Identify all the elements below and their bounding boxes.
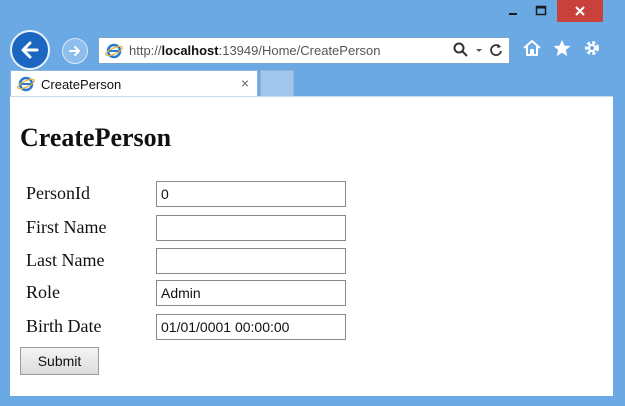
- submit-button[interactable]: Submit: [20, 347, 99, 375]
- role-input[interactable]: [156, 280, 346, 306]
- browser-window: http://localhost:13949/Home/CreatePerson…: [0, 0, 625, 406]
- url-host: localhost: [161, 43, 219, 58]
- minimize-button[interactable]: [500, 0, 526, 22]
- page-title: CreatePerson: [20, 123, 172, 152]
- search-icon[interactable]: [453, 42, 469, 58]
- last-name-label: Last Name: [26, 250, 105, 270]
- page-content: CreatePerson PersonId First Name Last Na…: [10, 96, 613, 396]
- dropdown-icon[interactable]: [475, 42, 483, 58]
- forward-button[interactable]: [62, 38, 88, 64]
- minimize-icon: [509, 13, 517, 15]
- form-row-birth-date: Birth Date: [26, 314, 366, 340]
- ie-logo-icon: [105, 43, 123, 58]
- personid-input[interactable]: [156, 181, 346, 207]
- url-rest: :13949/Home/CreatePerson: [218, 43, 381, 58]
- refresh-icon[interactable]: [489, 42, 503, 58]
- form-row-last-name: Last Name: [26, 248, 366, 274]
- new-tab-button[interactable]: [260, 70, 294, 97]
- tab-title: CreatePerson: [41, 76, 122, 92]
- form-row-role: Role: [26, 280, 366, 306]
- first-name-label: First Name: [26, 217, 107, 237]
- first-name-input[interactable]: [156, 215, 346, 241]
- home-icon[interactable]: [522, 38, 542, 58]
- tab-close-button[interactable]: ×: [241, 75, 249, 91]
- maximize-button[interactable]: [528, 0, 554, 22]
- form-row-personid: PersonId: [26, 181, 366, 207]
- browser-toolbar-icons: [522, 38, 602, 58]
- forward-arrow-icon: [69, 46, 80, 56]
- back-arrow-icon: [21, 41, 39, 59]
- settings-gear-icon[interactable]: [582, 38, 602, 58]
- back-button[interactable]: [10, 30, 50, 70]
- title-bar: [0, 0, 625, 30]
- personid-label: PersonId: [26, 183, 90, 203]
- address-tools: [453, 42, 503, 58]
- role-label: Role: [26, 282, 60, 302]
- last-name-input[interactable]: [156, 248, 346, 274]
- form-row-first-name: First Name: [26, 215, 366, 241]
- birth-date-label: Birth Date: [26, 316, 102, 336]
- ie-logo-icon: [17, 76, 35, 92]
- close-window-button[interactable]: [557, 0, 603, 22]
- url-prefix: http://: [129, 43, 162, 58]
- address-bar[interactable]: http://localhost:13949/Home/CreatePerson: [98, 37, 510, 64]
- close-icon: [575, 6, 585, 16]
- favorites-star-icon[interactable]: [552, 38, 572, 58]
- birth-date-input[interactable]: [156, 314, 346, 340]
- maximize-icon: [535, 5, 547, 16]
- tab-createperson[interactable]: CreatePerson ×: [10, 70, 258, 97]
- address-url: http://localhost:13949/Home/CreatePerson: [129, 43, 380, 58]
